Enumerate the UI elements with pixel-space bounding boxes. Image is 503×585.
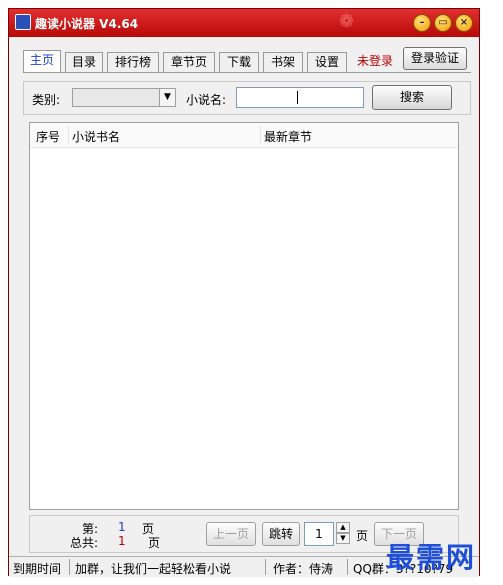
minimize-button[interactable]: – (413, 14, 431, 32)
category-select[interactable]: ▼ (72, 88, 176, 107)
spin-up-icon[interactable]: ▲ (336, 522, 350, 533)
close-button[interactable]: × (455, 14, 473, 32)
tab-settings[interactable]: 设置 (307, 52, 347, 72)
text-caret (297, 91, 298, 104)
watermark-logo: 最需网 (386, 541, 477, 574)
spin-down-icon[interactable]: ▼ (336, 533, 350, 544)
column-separator (260, 126, 261, 144)
total-pages-value: 1 (118, 534, 126, 548)
page-number-input[interactable]: 1 (304, 522, 334, 546)
chevron-down-icon[interactable]: ▼ (159, 89, 175, 106)
novel-name-input[interactable] (236, 87, 364, 108)
search-button[interactable]: 搜索 (372, 85, 452, 110)
tab-download[interactable]: 下载 (219, 52, 259, 72)
table-header: 序号 小说书名 最新章节 (30, 123, 458, 148)
total-pages-unit: 页 (148, 536, 161, 550)
tab-underline (23, 72, 471, 73)
status-group: 加群，让我们一起轻松看小说 (75, 562, 232, 576)
page-spinner[interactable]: ▲ ▼ (336, 522, 350, 546)
column-header-title[interactable]: 小说书名 (72, 128, 120, 145)
login-verify-button[interactable]: 登录验证 (403, 47, 467, 70)
status-author: 作者：侍涛 (273, 562, 334, 576)
category-label: 类别: (32, 93, 61, 107)
novel-name-label: 小说名: (186, 93, 227, 107)
tab-bookshelf[interactable]: 书架 (263, 52, 303, 72)
total-pages-label: 总共: (70, 536, 99, 550)
status-separator (347, 559, 348, 575)
jump-button[interactable]: 跳转 (262, 522, 300, 546)
window-title: 趣读小说器 V4.64 (35, 17, 139, 31)
prev-page-button[interactable]: 上一页 (206, 522, 256, 546)
column-separator (68, 126, 69, 144)
tab-catalog[interactable]: 目录 (65, 52, 103, 72)
status-expire: 到期时间 (13, 562, 62, 576)
column-header-index[interactable]: 序号 (36, 128, 60, 145)
page-unit-label: 页 (356, 529, 369, 543)
status-separator (69, 559, 70, 575)
status-separator (265, 559, 266, 575)
tab-ranking[interactable]: 排行榜 (107, 52, 159, 72)
title-bar[interactable]: 趣读小说器 V4.64 ❁ – ▭ × (9, 9, 479, 37)
cloud-decoration-icon: ❁ (339, 11, 355, 32)
current-page-value: 1 (118, 520, 126, 534)
search-panel: 类别: ▼ 小说名: 搜索 (23, 81, 471, 115)
login-status: 未登录 (357, 54, 394, 68)
app-icon (15, 14, 31, 30)
app-window: 趣读小说器 V4.64 ❁ – ▭ × 主页 目录 排行榜 章节页 下载 书架 … (8, 8, 480, 577)
tab-chapter[interactable]: 章节页 (163, 52, 215, 72)
novel-list-table[interactable]: 序号 小说书名 最新章节 (29, 122, 459, 510)
maximize-button[interactable]: ▭ (434, 14, 452, 32)
column-header-latest[interactable]: 最新章节 (264, 128, 312, 145)
tab-home[interactable]: 主页 (23, 50, 61, 73)
